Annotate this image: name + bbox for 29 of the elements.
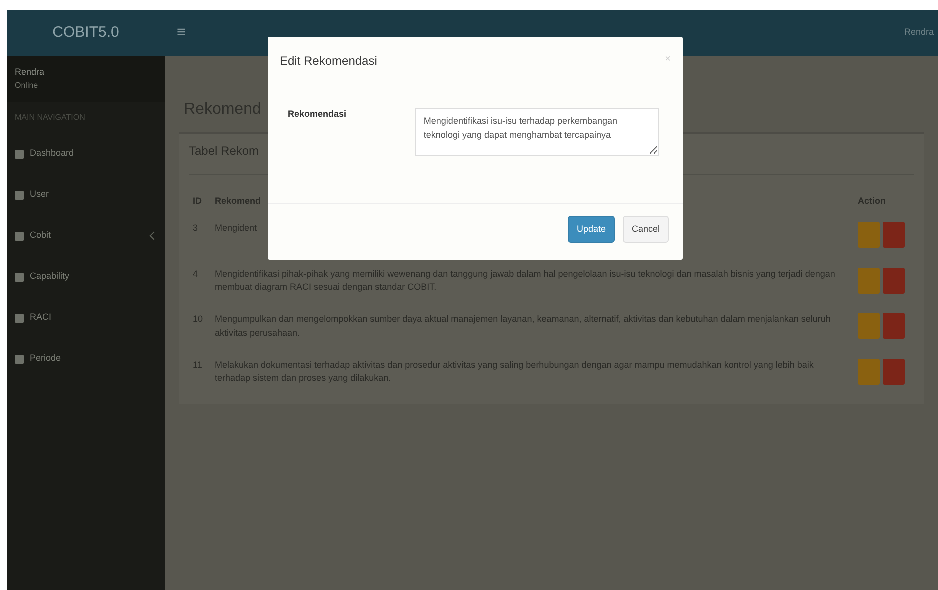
menu-item-icon xyxy=(15,150,24,158)
delete-button[interactable] xyxy=(883,313,905,339)
menu-item-icon xyxy=(15,314,24,322)
sidebar-item[interactable]: Periode xyxy=(7,338,165,380)
edit-button[interactable] xyxy=(858,222,880,248)
sidebar-item[interactable]: Cobit xyxy=(7,216,165,256)
menu-item-icon xyxy=(15,190,24,200)
sidebar-item[interactable]: Dashboard xyxy=(7,134,165,174)
menu-item-icon xyxy=(15,354,24,364)
sidebar-item[interactable]: RACI xyxy=(7,298,165,338)
brand-logo[interactable]: COBIT5.0 xyxy=(7,22,165,44)
user-status: Online xyxy=(15,80,40,92)
recommendation-field[interactable]: Mengidentifikasi isu-isu terhadap perkembangan teknologi yang dapat menghambat tercapainya xyxy=(414,108,659,156)
delete-button[interactable] xyxy=(883,358,905,384)
edit-button[interactable] xyxy=(858,313,880,339)
dialog-button[interactable]: Cancel xyxy=(622,216,669,243)
menu-item-icon xyxy=(15,232,24,240)
field-label: Rekomendasi xyxy=(288,108,348,121)
delete-button[interactable] xyxy=(883,222,905,248)
user-menu[interactable]: Rendra xyxy=(904,26,938,40)
dialog-button[interactable]: Update xyxy=(568,216,615,243)
sidebar-item[interactable]: Capability xyxy=(7,256,165,298)
menu-item-icon xyxy=(15,272,24,282)
user-name: Rendra xyxy=(15,66,46,79)
dialog-title: Edit Rekomendasi xyxy=(280,53,378,70)
edit-button[interactable] xyxy=(858,268,880,294)
delete-button[interactable] xyxy=(883,268,905,294)
sidebar-item[interactable]: User xyxy=(7,174,165,216)
edit-button[interactable] xyxy=(858,358,880,384)
